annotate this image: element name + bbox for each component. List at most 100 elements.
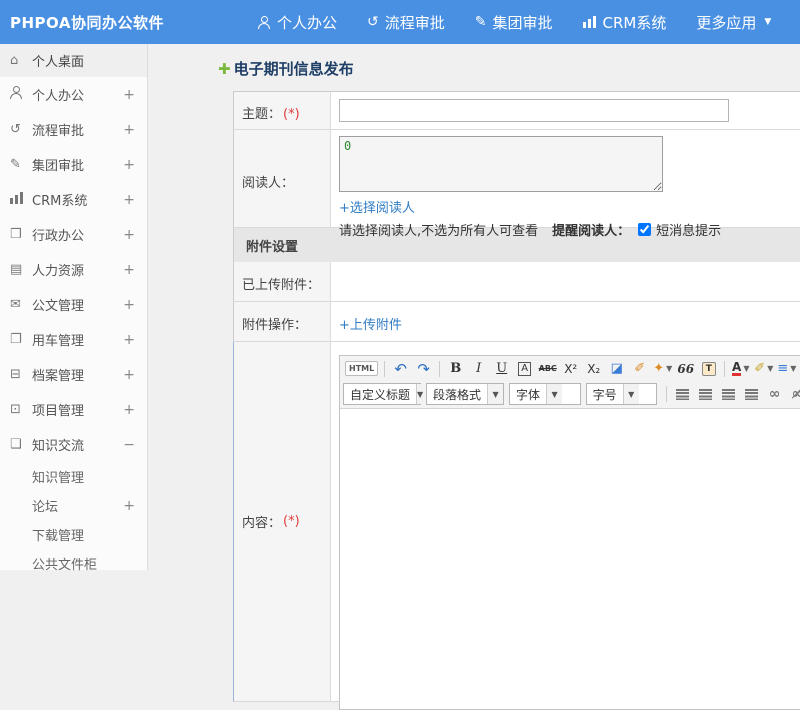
font-family-select[interactable]: 字体 ▼ (509, 383, 581, 405)
chart-bars-icon (10, 191, 24, 204)
align-right-button[interactable] (718, 384, 739, 405)
subject-input[interactable] (339, 99, 729, 122)
page-title: ✚ 电子期刊信息发布 (218, 58, 800, 79)
sidebar-item-vehicle-mgmt[interactable]: ❐ 用车管理 + (0, 322, 147, 357)
expand-plus-icon[interactable]: + (123, 227, 135, 243)
person-icon (258, 15, 271, 29)
sms-notify-checkbox[interactable] (638, 223, 652, 236)
font-size-select[interactable]: 字号 ▼ (585, 383, 658, 405)
required-mark: (*) (283, 514, 300, 529)
align-center-button[interactable] (695, 384, 716, 405)
nav-personal-office[interactable]: 个人办公 (258, 12, 337, 33)
content-row: 内容： (*) HTML ↶ ↷ B I U A ABC X² X₂ ◪ ✐ ✦… (233, 342, 800, 710)
font-color-button[interactable]: A ▼ (730, 358, 751, 379)
nav-crm-system[interactable]: CRM系统 (582, 12, 667, 33)
sidebar-subitem-download-mgmt[interactable]: 下载管理 (0, 520, 147, 549)
html-source-button[interactable]: HTML (344, 358, 379, 379)
book-icon: ▤ (10, 262, 23, 277)
nav-label: CRM系统 (602, 13, 667, 32)
insert-link-button[interactable]: ∞ (764, 384, 785, 405)
attachment-ops-label: 附件操作： (234, 302, 331, 341)
align-justify-icon (745, 388, 758, 400)
person-icon (10, 86, 23, 99)
sidebar-item-group-approval[interactable]: ✎ 集团审批 + (0, 147, 147, 182)
nav-workflow-approval[interactable]: ↺ 流程审批 (367, 12, 445, 33)
expand-plus-icon[interactable]: + (123, 122, 135, 138)
envelope-icon: ✉ (10, 297, 21, 312)
expand-plus-icon[interactable]: + (123, 332, 135, 348)
rich-text-editor: HTML ↶ ↷ B I U A ABC X² X₂ ◪ ✐ ✦ ▼ 66 T … (339, 355, 800, 710)
main-content: ✚ 电子期刊信息发布 主题：(*) 阅读人： +选择阅读人 请选择阅读人,不选为… (148, 44, 800, 710)
sidebar-item-personal-office[interactable]: 个人办公 + (0, 77, 147, 112)
project-icon: ⊡ (10, 402, 21, 417)
sidebar-item-hr[interactable]: ▤ 人力资源 + (0, 252, 147, 287)
expand-plus-icon[interactable]: + (123, 262, 135, 278)
subscript-button[interactable]: X₂ (583, 358, 604, 379)
chevron-down-icon: ▼ (790, 364, 797, 373)
align-center-icon (699, 388, 712, 400)
sidebar-item-document-mgmt[interactable]: ✉ 公文管理 + (0, 287, 147, 322)
undo-button[interactable]: ↶ (390, 358, 411, 379)
underline-button[interactable]: U (491, 358, 512, 379)
page-title-text: 电子期刊信息发布 (233, 60, 354, 78)
expand-plus-icon[interactable]: + (123, 157, 135, 173)
select-readers-link[interactable]: +选择阅读人 (339, 197, 415, 216)
sidebar-subitem-knowledge-mgmt[interactable]: 知识管理 (0, 462, 147, 491)
nav-label: 流程审批 (384, 13, 445, 32)
expand-plus-icon[interactable]: + (123, 87, 135, 103)
sidebar: ⌂ 个人桌面 个人办公 + ↺ 流程审批 + ✎ 集团审批 + CRM系统 + … (0, 44, 148, 573)
eraser-icon[interactable]: ◪ (606, 358, 627, 379)
superscript-button[interactable]: X² (560, 358, 581, 379)
align-left-button[interactable] (672, 384, 693, 405)
briefcase-icon: ❒ (10, 227, 22, 242)
paragraph-format-select[interactable]: 段落格式 ▼ (426, 383, 505, 405)
expand-plus-icon[interactable]: + (123, 192, 135, 208)
auto-typeset-button[interactable]: ✦ ▼ (652, 358, 673, 379)
expand-plus-icon[interactable]: + (123, 402, 135, 418)
format-brush-icon[interactable]: ✐ (629, 358, 650, 379)
expand-plus-icon[interactable]: + (123, 367, 135, 383)
uploaded-attachments-label: 已上传附件： (234, 262, 331, 301)
sidebar-item-archive-mgmt[interactable]: ⊟ 档案管理 + (0, 357, 147, 392)
editor-toolbar-row1: HTML ↶ ↷ B I U A ABC X² X₂ ◪ ✐ ✦ ▼ 66 T … (340, 356, 800, 381)
redo-button[interactable]: ↷ (413, 358, 434, 379)
font-style-button[interactable]: A (514, 358, 535, 379)
sidebar-item-knowledge-exchange[interactable]: ❑ 知识交流 − (0, 427, 147, 462)
sidebar-item-crm[interactable]: CRM系统 + (0, 182, 147, 217)
highlight-color-button[interactable]: ✐ ▼ (753, 358, 774, 379)
sidebar-item-desktop[interactable]: ⌂ 个人桌面 (0, 44, 147, 77)
chevron-down-icon: ▼ (416, 384, 424, 404)
editor-toolbar-row2: 自定义标题 ▼ 段落格式 ▼ 字体 ▼ 字号 ▼ ∞ ∞̸ (340, 381, 800, 409)
bold-button[interactable]: B (445, 358, 466, 379)
ordered-list-button[interactable]: ≡ ▼ (776, 358, 797, 379)
chevron-down-icon: ▼ (666, 364, 673, 373)
expand-plus-icon[interactable]: + (123, 297, 135, 313)
editor-content-area[interactable] (340, 409, 800, 709)
align-justify-button[interactable] (741, 384, 762, 405)
nav-label: 个人办公 (277, 13, 338, 32)
italic-button[interactable]: I (468, 358, 489, 379)
nav-label: 集团审批 (492, 13, 553, 32)
nav-group-approval[interactable]: ✎ 集团审批 (475, 12, 553, 33)
sidebar-subitem-forum[interactable]: 论坛 + (0, 491, 147, 520)
strikethrough-button[interactable]: ABC (537, 358, 558, 379)
paste-as-text-button[interactable]: T (698, 358, 719, 379)
sidebar-item-workflow-approval[interactable]: ↺ 流程审批 + (0, 112, 147, 147)
uploaded-attachments-row: 已上传附件： (233, 262, 800, 302)
sms-notify-label: 短消息提示 (656, 224, 722, 239)
top-header: PHPOA协同办公软件 个人办公 ↺ 流程审批 ✎ 集团审批 CRM系统 更多应… (0, 0, 800, 44)
collapse-minus-icon[interactable]: − (123, 437, 135, 453)
sidebar-item-admin-office[interactable]: ❒ 行政办公 + (0, 217, 147, 252)
nav-more-apps[interactable]: 更多应用 ▼ (696, 12, 771, 33)
uploaded-attachments-value (331, 262, 800, 301)
expand-plus-icon[interactable]: + (123, 498, 135, 514)
remove-link-button[interactable]: ∞̸ (787, 384, 800, 405)
chevron-down-icon: ▼ (767, 364, 774, 373)
blockquote-button[interactable]: 66 (675, 358, 696, 379)
sidebar-subitem-public-file-cabinet[interactable]: 公共文件柜 (0, 549, 147, 578)
custom-heading-select[interactable]: 自定义标题 ▼ (343, 383, 424, 405)
upload-attachment-link[interactable]: +上传附件 (339, 314, 402, 333)
chevron-down-icon: ▼ (743, 364, 750, 373)
readers-textarea[interactable] (339, 136, 663, 192)
sidebar-item-project-mgmt[interactable]: ⊡ 项目管理 + (0, 392, 147, 427)
